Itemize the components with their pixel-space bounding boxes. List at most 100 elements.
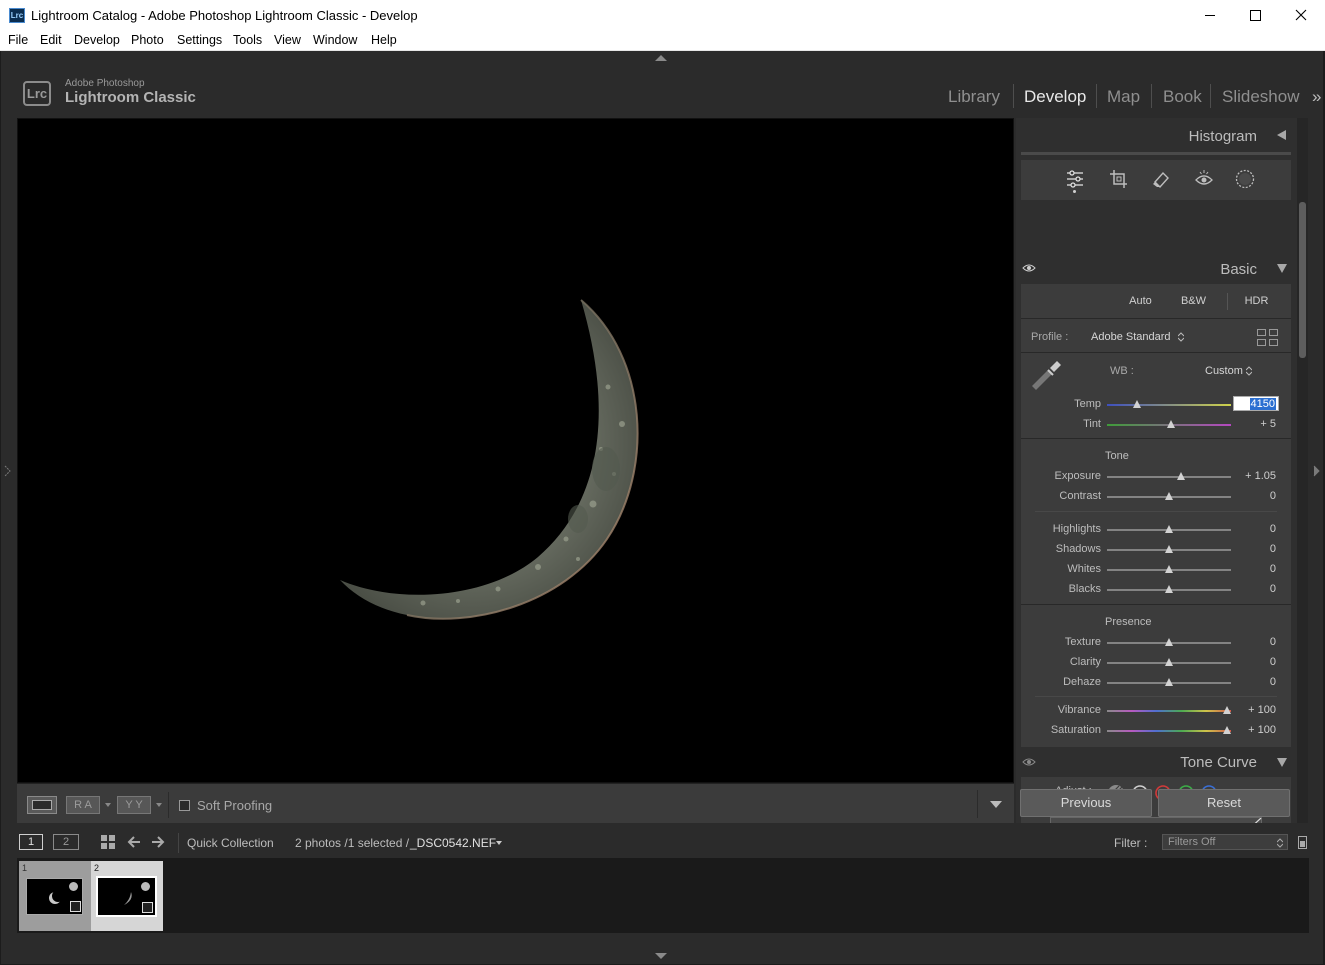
exposure-value[interactable]: + 1.05 <box>1234 470 1276 482</box>
tone-curve-graph[interactable] <box>1050 817 1262 823</box>
menu-view[interactable]: View <box>274 33 301 47</box>
photo-toolbar: R A Y Y Soft Proofing <box>17 783 1014 823</box>
image-canvas[interactable] <box>17 118 1014 783</box>
wb-eyedropper-icon[interactable] <box>1030 359 1062 392</box>
texture-value[interactable]: 0 <box>1234 636 1276 648</box>
menu-photo[interactable]: Photo <box>131 33 164 47</box>
menu-file[interactable]: File <box>8 33 28 47</box>
highlights-slider-thumb[interactable] <box>1165 525 1173 533</box>
bw-button[interactable]: B&W <box>1171 292 1216 311</box>
profile-browser-grid-icon[interactable] <box>1257 329 1278 347</box>
reset-button[interactable]: Reset <box>1158 789 1290 817</box>
filter-select[interactable]: Filters Off <box>1162 834 1288 850</box>
exposure-slider-thumb[interactable] <box>1177 472 1185 480</box>
module-book[interactable]: Book <box>1163 87 1202 107</box>
basic-visibility-icon[interactable] <box>1022 263 1036 273</box>
shadows-value[interactable]: 0 <box>1234 543 1276 555</box>
saturation-slider-track[interactable] <box>1107 730 1231 732</box>
whites-value[interactable]: 0 <box>1234 563 1276 575</box>
shadows-slider-thumb[interactable] <box>1165 545 1173 553</box>
whites-slider-thumb[interactable] <box>1165 565 1173 573</box>
source-label[interactable]: Quick Collection <box>187 836 274 850</box>
wb-updown-icon[interactable] <box>1246 366 1252 376</box>
red-eye-icon[interactable] <box>1194 169 1214 189</box>
module-develop[interactable]: Develop <box>1024 87 1086 107</box>
tone-curve-title[interactable]: Tone Curve <box>1180 754 1257 771</box>
saturation-value[interactable]: + 100 <box>1234 724 1276 736</box>
profile-select[interactable]: Adobe Standard <box>1091 331 1171 343</box>
filename-dropdown-icon[interactable] <box>496 841 502 845</box>
soft-proofing-checkbox[interactable] <box>179 800 190 811</box>
right-panel-scrollbar[interactable] <box>1297 118 1308 823</box>
edit-sliders-icon[interactable] <box>1066 169 1084 189</box>
hdr-button[interactable]: HDR <box>1234 292 1279 311</box>
second-screen-button[interactable]: 2 <box>53 834 79 850</box>
temp-slider-track[interactable] <box>1107 404 1231 406</box>
clarity-slider-thumb[interactable] <box>1165 658 1173 666</box>
temp-value-field[interactable]: 4150 <box>1233 396 1279 411</box>
histogram-collapse-icon[interactable] <box>1277 130 1286 140</box>
back-arrow-icon[interactable] <box>127 835 141 849</box>
texture-slider-thumb[interactable] <box>1165 638 1173 646</box>
exposure-slider-track[interactable] <box>1107 476 1231 478</box>
basic-panel-title[interactable]: Basic <box>1220 261 1257 278</box>
masking-icon[interactable] <box>1234 168 1256 190</box>
filmstrip-cell[interactable]: 1 <box>19 861 91 931</box>
vibrance-slider-thumb[interactable] <box>1223 706 1231 714</box>
maximize-button[interactable] <box>1237 3 1273 27</box>
menu-settings[interactable]: Settings <box>177 33 222 47</box>
module-library[interactable]: Library <box>948 87 1000 107</box>
clarity-value[interactable]: 0 <box>1234 656 1276 668</box>
basic-collapse-icon[interactable] <box>1277 264 1287 273</box>
more-modules-icon[interactable]: » <box>1312 87 1321 107</box>
copy-settings-dropdown-icon[interactable] <box>156 803 162 807</box>
main-screen-button[interactable]: 1 <box>19 834 43 850</box>
before-after-copy-button[interactable]: Y Y <box>117 796 151 814</box>
filename[interactable]: _DSC0542.NEF <box>410 836 496 850</box>
highlights-value[interactable]: 0 <box>1234 523 1276 535</box>
close-window-button[interactable] <box>1283 3 1319 27</box>
module-slideshow[interactable]: Slideshow <box>1222 87 1300 107</box>
healing-eraser-icon[interactable] <box>1152 169 1170 189</box>
menu-tools[interactable]: Tools <box>233 33 262 47</box>
module-map[interactable]: Map <box>1107 87 1140 107</box>
previous-button[interactable]: Previous <box>1020 789 1152 817</box>
auto-button[interactable]: Auto <box>1118 292 1163 311</box>
menu-develop[interactable]: Develop <box>74 33 120 47</box>
vibrance-value[interactable]: + 100 <box>1234 704 1276 716</box>
tone-curve-collapse-icon[interactable] <box>1277 758 1287 767</box>
temp-slider-thumb[interactable] <box>1133 400 1141 408</box>
filmstrip-cell-selected[interactable]: 2 <box>91 861 163 931</box>
menu-window[interactable]: Window <box>313 33 357 47</box>
left-panel-toggle-icon[interactable] <box>4 465 12 477</box>
tint-slider-thumb[interactable] <box>1167 420 1175 428</box>
before-after-lr-button[interactable]: R A <box>66 796 100 814</box>
loupe-view-button[interactable] <box>27 796 57 814</box>
contrast-slider-thumb[interactable] <box>1165 492 1173 500</box>
scrollbar-thumb[interactable] <box>1299 202 1306 358</box>
toolbar-content-dropdown-icon[interactable] <box>990 801 1002 808</box>
minimize-button[interactable] <box>1192 3 1228 27</box>
blacks-value[interactable]: 0 <box>1234 583 1276 595</box>
bottom-panel-toggle-icon[interactable] <box>655 953 667 959</box>
filter-lock-icon[interactable] <box>1298 836 1307 849</box>
histogram-title[interactable]: Histogram <box>1189 128 1257 145</box>
before-after-dropdown-icon[interactable] <box>105 803 111 807</box>
tone-curve-visibility-icon[interactable] <box>1022 757 1036 767</box>
menu-edit[interactable]: Edit <box>40 33 62 47</box>
dehaze-value[interactable]: 0 <box>1234 676 1276 688</box>
menu-help[interactable]: Help <box>371 33 397 47</box>
grid-view-icon[interactable] <box>101 835 116 850</box>
contrast-value[interactable]: 0 <box>1234 490 1276 502</box>
crop-icon[interactable] <box>1109 169 1127 189</box>
tint-value[interactable]: + 5 <box>1234 418 1276 430</box>
saturation-slider-thumb[interactable] <box>1223 726 1231 734</box>
forward-arrow-icon[interactable] <box>151 835 165 849</box>
vibrance-slider-track[interactable] <box>1107 710 1231 712</box>
right-panel-toggle-icon[interactable] <box>1313 465 1321 477</box>
dehaze-slider-thumb[interactable] <box>1165 678 1173 686</box>
wb-select[interactable]: Custom <box>1205 365 1243 377</box>
profile-updown-icon[interactable] <box>1178 332 1184 342</box>
blacks-slider-thumb[interactable] <box>1165 585 1173 593</box>
top-panel-toggle-icon[interactable] <box>655 55 667 61</box>
